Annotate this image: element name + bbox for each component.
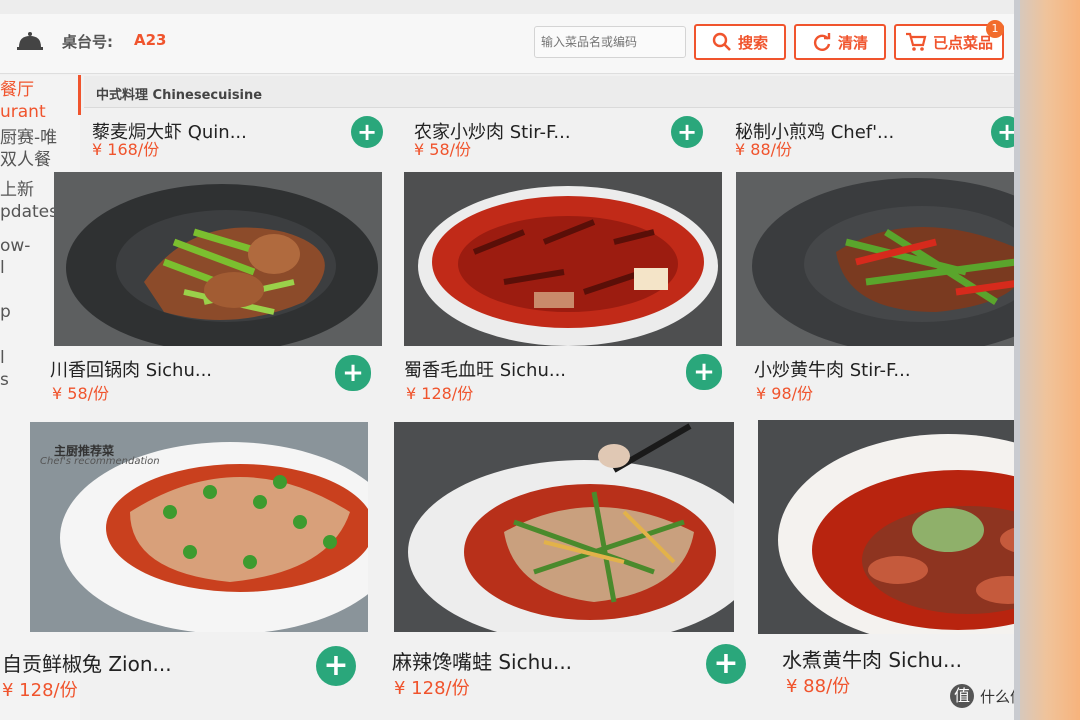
chef-recommend-subtitle: Chef's recommendation (40, 456, 160, 467)
dish-name: 自贡鲜椒兔 Zion... (2, 652, 172, 676)
search-button[interactable]: 搜索 (694, 24, 786, 60)
add-to-order-button[interactable]: + (686, 354, 722, 390)
cart-icon (905, 32, 927, 51)
dish-name: 麻辣馋嘴蛙 Sichu... (392, 650, 573, 674)
app-screen: 桌台号: A23 搜索 清清 已点菜品 1 (0, 0, 1080, 720)
category-title: 中式料理 Chinesecuisine (96, 88, 263, 103)
sidebar-item-competition[interactable]: 厨赛-唯 双人餐 (0, 127, 57, 171)
dish-photo-spicy-frog[interactable] (394, 422, 734, 632)
sidebar-item-label: p (0, 302, 11, 322)
sidebar-item-updates[interactable]: 上新 pdates (0, 179, 58, 223)
refresh-icon (813, 33, 831, 51)
watermark-logo: 值 (950, 684, 974, 708)
top-bar: 桌台号: A23 搜索 清清 已点菜品 1 (0, 0, 1014, 74)
dish-price: ¥ 128/份 (406, 384, 474, 403)
sidebar-item-restaurant[interactable]: 餐厅 urant (0, 79, 46, 123)
dish-price: ¥ 58/份 (414, 140, 472, 159)
sidebar-item-label: 餐厅 (0, 80, 34, 100)
category-header: 中式料理 Chinesecuisine (84, 76, 1014, 108)
search-button-label: 搜索 (737, 33, 768, 52)
dish-price: ¥ 88/份 (786, 676, 851, 697)
clear-button-label: 清清 (837, 33, 868, 52)
dish-price: ¥ 98/份 (756, 384, 814, 403)
ordered-count-badge: 1 (986, 20, 1004, 38)
dish-photo-fresh-pepper-rabbit[interactable]: 主厨推荐菜 Chef's recommendation (30, 422, 368, 632)
sidebar-item-label: s (0, 370, 9, 390)
dish-price: ¥ 128/份 (394, 678, 470, 699)
sidebar-item-p[interactable]: p (0, 301, 11, 323)
add-to-order-button[interactable]: + (316, 646, 356, 686)
sidebar-item-show[interactable]: ow- l (0, 235, 30, 279)
dish-photo-maoxuewang[interactable] (404, 172, 722, 346)
dish-price: ¥ 58/份 (52, 384, 110, 403)
sidebar-item-label: ow- (0, 236, 31, 256)
sidebar-item-label: 上新 (0, 180, 34, 200)
sidebar-item-label: 厨赛-唯 (0, 128, 58, 148)
device-bezel (1020, 0, 1080, 720)
table-number-label: 桌台号: (62, 33, 113, 51)
active-category-indicator (78, 75, 81, 115)
search-icon (712, 32, 731, 51)
sidebar-item-label: l (0, 348, 5, 368)
add-to-order-button[interactable]: + (671, 116, 703, 148)
add-to-order-button[interactable]: + (335, 355, 371, 391)
dish-name: 小炒黄牛肉 Stir-F... (754, 360, 911, 381)
sidebar-item-ls[interactable]: l s (0, 347, 9, 391)
add-to-order-button[interactable]: + (351, 116, 383, 148)
sidebar-item-label: pdates (0, 202, 58, 222)
dish-name: 川香回锅肉 Sichu... (50, 360, 213, 381)
service-bell-icon[interactable] (16, 30, 44, 52)
sidebar-item-label: l (0, 258, 5, 278)
add-to-order-button[interactable]: + (706, 644, 746, 684)
dish-price: ¥ 88/份 (735, 140, 793, 159)
dish-price: ¥ 168/份 (92, 140, 160, 159)
dish-name: 蜀香毛血旺 Sichu... (404, 360, 567, 381)
sidebar-item-label: urant (0, 102, 46, 122)
status-strip (0, 0, 1014, 14)
dish-photo-twice-cooked-pork[interactable] (54, 172, 382, 346)
clear-button[interactable]: 清清 (794, 24, 886, 60)
dish-name: 水煮黄牛肉 Sichu... (782, 648, 963, 672)
table-number-value: A23 (134, 31, 167, 49)
sidebar-item-label: 双人餐 (0, 150, 51, 170)
ordered-dishes-label: 已点菜品 (932, 33, 993, 52)
search-input[interactable] (534, 26, 686, 58)
dish-price: ¥ 128/份 (2, 680, 78, 701)
